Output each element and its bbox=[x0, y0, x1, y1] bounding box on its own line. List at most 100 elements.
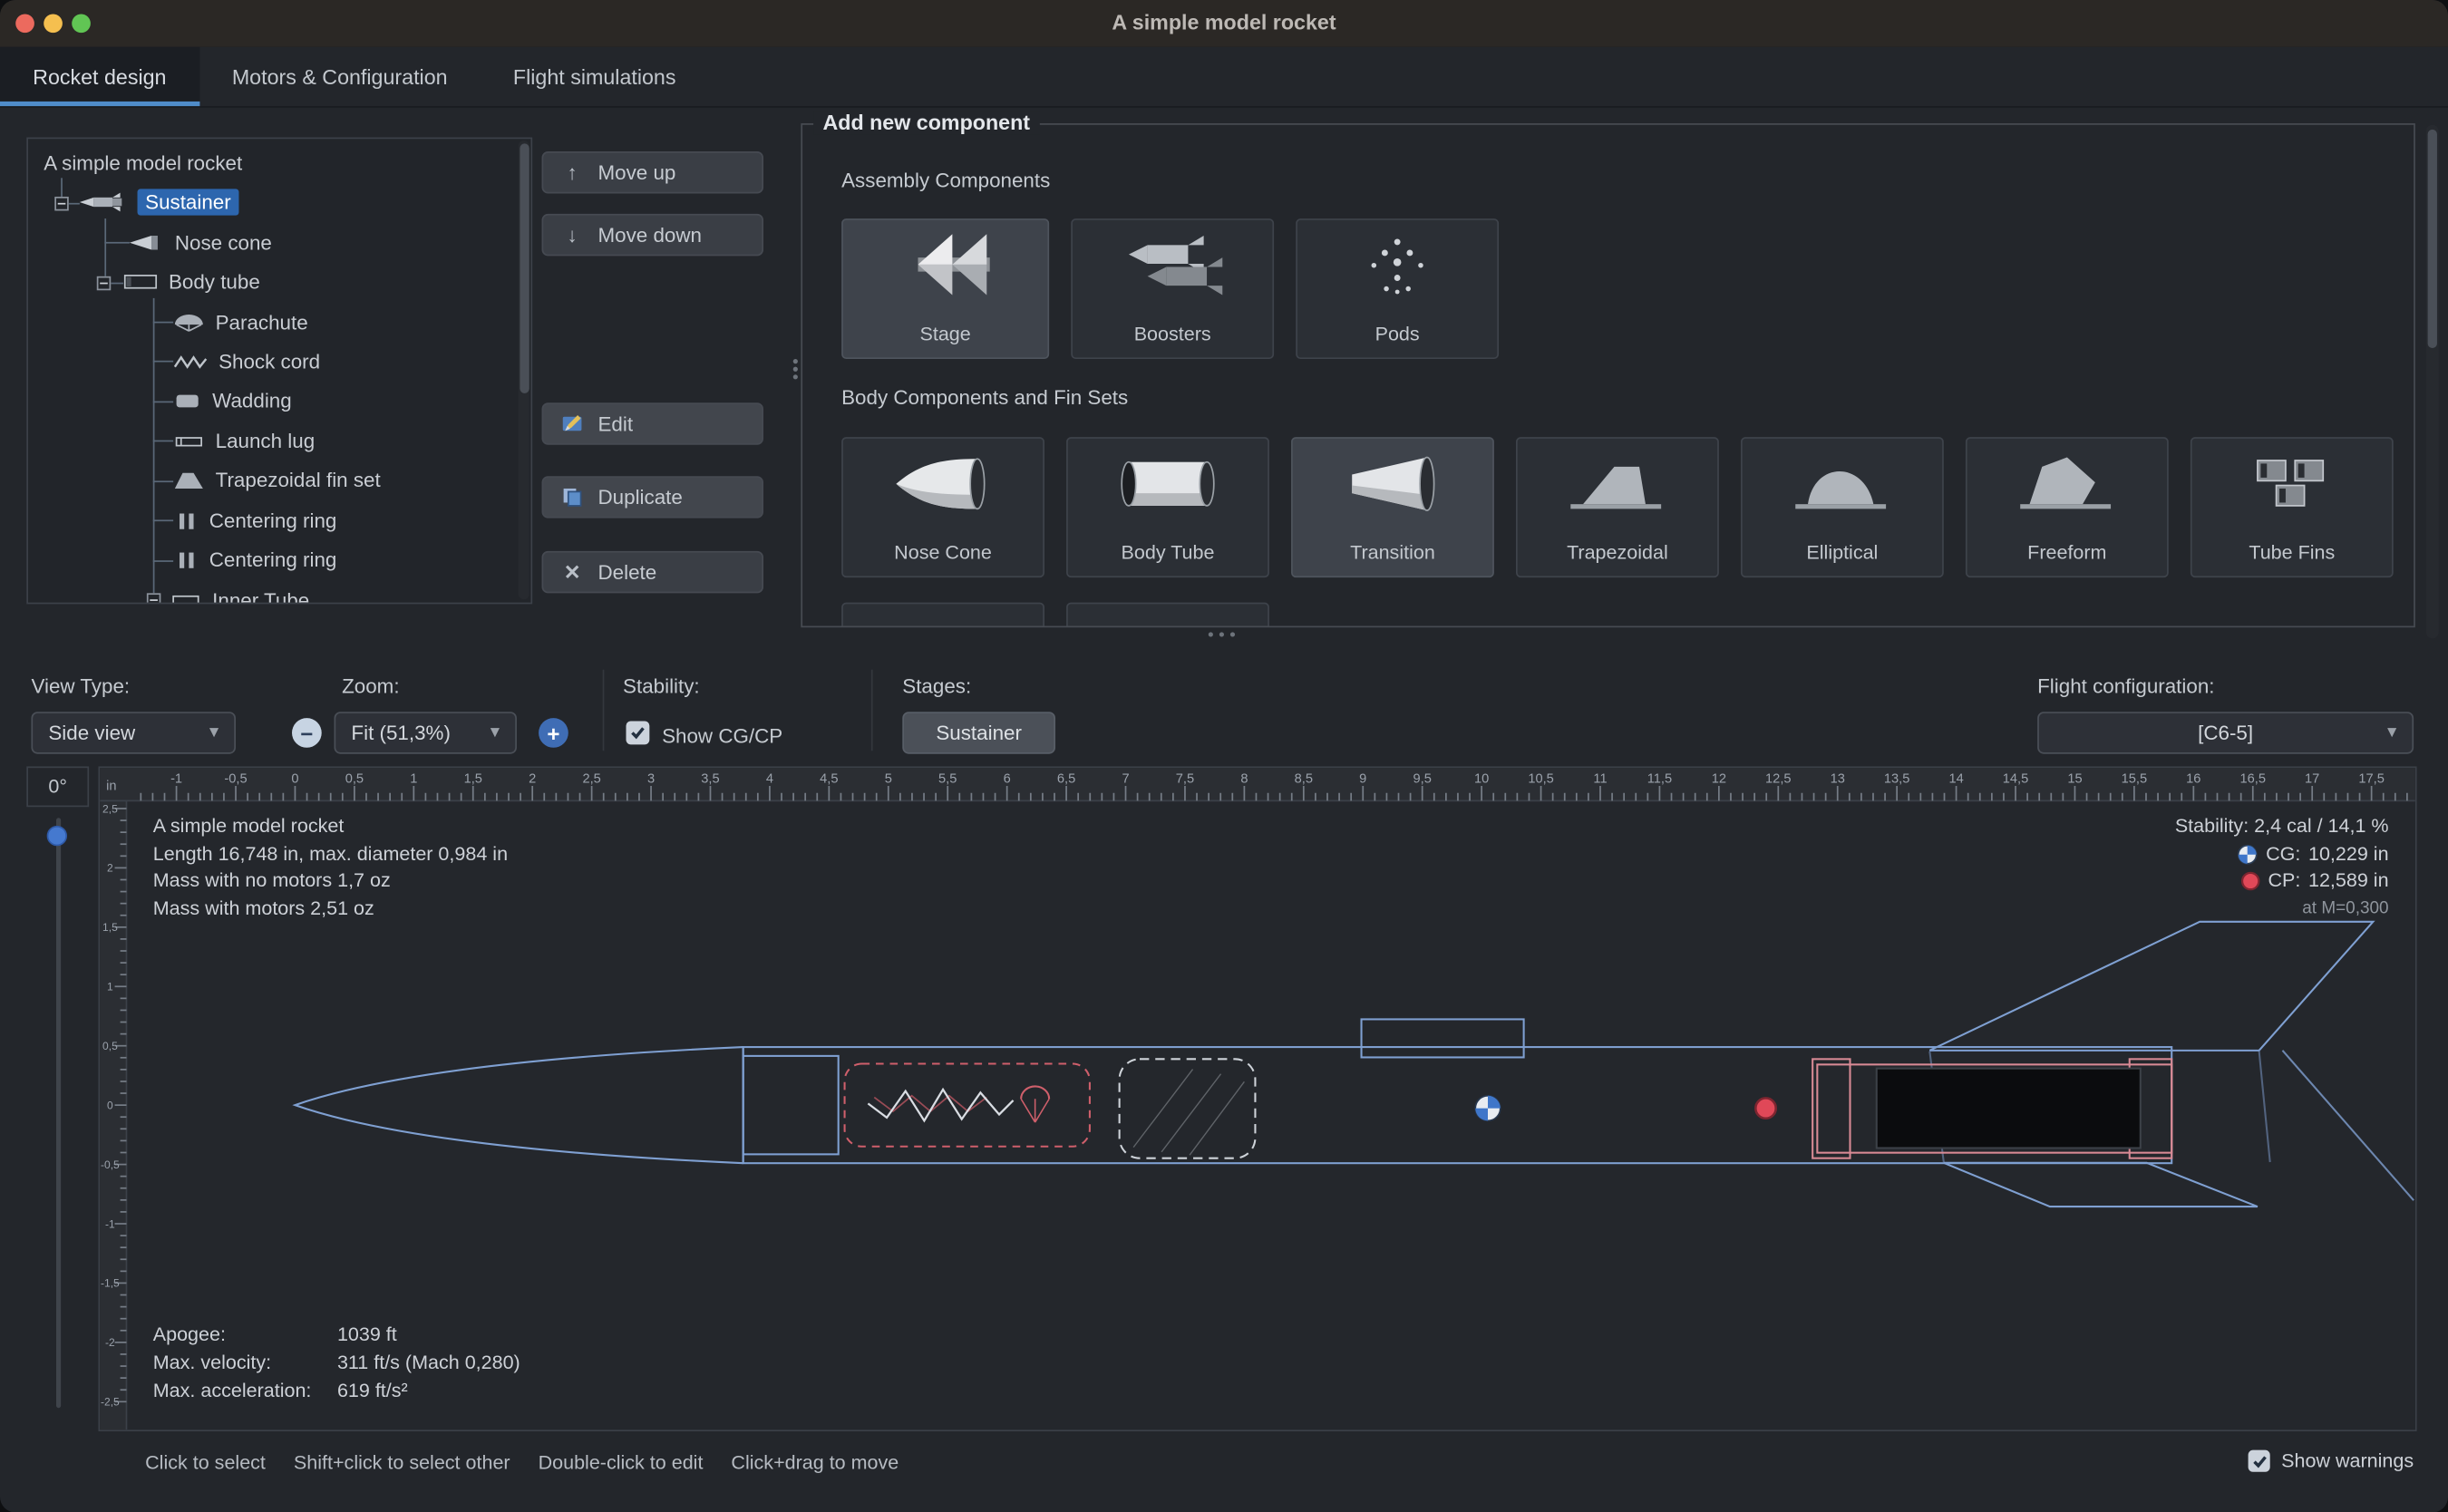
toolbar-separator bbox=[603, 670, 605, 751]
edit-button[interactable]: Edit bbox=[542, 402, 764, 444]
tree-scrollbar[interactable] bbox=[519, 141, 529, 599]
add-elliptical-fin-button[interactable]: Elliptical bbox=[1741, 437, 1944, 577]
toolbar-separator bbox=[871, 670, 873, 751]
tree-scrollbar-thumb[interactable] bbox=[520, 143, 529, 393]
arrow-up-icon: ↑ bbox=[560, 160, 584, 184]
centering-ring-icon bbox=[173, 550, 199, 569]
tree-expander-body-tube[interactable] bbox=[97, 276, 111, 290]
window-title: A simple model rocket bbox=[0, 0, 2448, 47]
rotation-slider-thumb[interactable] bbox=[47, 826, 67, 846]
add-tube-fins-button[interactable]: Tube Fins bbox=[2191, 437, 2394, 577]
tree-item-inner-tube[interactable]: Inner Tube bbox=[170, 581, 310, 605]
nose-cone-icon bbox=[130, 234, 164, 251]
tree-item-sustainer[interactable]: Sustainer bbox=[80, 182, 239, 221]
svg-text:10,5: 10,5 bbox=[1528, 772, 1553, 787]
tree-item-rocket-root[interactable]: A simple model rocket bbox=[44, 143, 242, 182]
add-stage-button[interactable]: Stage bbox=[841, 218, 1049, 359]
svg-text:-1: -1 bbox=[105, 1217, 115, 1230]
tree-item-nose-cone[interactable]: Nose cone bbox=[130, 223, 272, 262]
add-body-tube-button[interactable]: Body Tube bbox=[1066, 437, 1269, 577]
svg-text:1: 1 bbox=[410, 772, 417, 787]
svg-text:9,5: 9,5 bbox=[1413, 772, 1432, 787]
move-up-button[interactable]: ↑ Move up bbox=[542, 151, 764, 193]
panel-scrollbar-thumb[interactable] bbox=[2428, 130, 2437, 348]
zoom-in-button[interactable]: + bbox=[539, 718, 568, 748]
svg-text:13,5: 13,5 bbox=[1884, 772, 1909, 787]
add-nose-cone-button[interactable]: Nose Cone bbox=[841, 437, 1044, 577]
add-trapezoidal-fin-button[interactable]: Trapezoidal bbox=[1516, 437, 1719, 577]
zoom-select[interactable]: Fit (51,3%) ▼ bbox=[334, 712, 516, 753]
tree-connector bbox=[153, 322, 173, 324]
tab-flight-simulations[interactable]: Flight simulations bbox=[481, 47, 709, 106]
fin-set-icon bbox=[173, 470, 204, 489]
add-component-button-clipped[interactable] bbox=[841, 603, 1044, 628]
panel-scrollbar[interactable] bbox=[2426, 125, 2439, 639]
tree-connector bbox=[153, 560, 173, 562]
tree-item-wadding[interactable]: Wadding bbox=[173, 381, 292, 420]
chevron-down-icon: ▼ bbox=[206, 724, 221, 741]
svg-text:6: 6 bbox=[1004, 772, 1011, 787]
check-icon bbox=[2251, 1452, 2268, 1469]
svg-text:0,5: 0,5 bbox=[102, 1040, 118, 1052]
svg-text:3,5: 3,5 bbox=[701, 772, 719, 787]
svg-text:-2: -2 bbox=[105, 1336, 115, 1349]
shock-cord-icon bbox=[173, 352, 208, 371]
tube-fins-icon bbox=[2192, 448, 2392, 519]
show-cgcp-checkbox[interactable] bbox=[626, 722, 649, 745]
svg-text:4,5: 4,5 bbox=[820, 772, 838, 787]
nose-cone-component-icon bbox=[843, 448, 1043, 519]
add-freeform-fin-button[interactable]: Freeform bbox=[1966, 437, 2169, 577]
svg-text:10: 10 bbox=[1474, 772, 1489, 787]
tree-connector bbox=[153, 480, 173, 482]
tree-expander-sustainer[interactable] bbox=[54, 197, 68, 210]
duplicate-button[interactable]: Duplicate bbox=[542, 476, 764, 518]
tree-item-parachute[interactable]: Parachute bbox=[173, 303, 308, 342]
stage-sustainer-toggle[interactable]: Sustainer bbox=[902, 712, 1055, 753]
tree-connector bbox=[153, 402, 173, 403]
rocket-info-block: A simple model rocket Length 16,748 in, … bbox=[153, 813, 508, 923]
screen: A simple model rocket Rocket design Moto… bbox=[0, 0, 2448, 1512]
svg-text:9: 9 bbox=[1359, 772, 1366, 787]
rocket-canvas[interactable]: in -1-0,500,511,522,533,544,555,566,577,… bbox=[98, 766, 2416, 1431]
transition-icon bbox=[1293, 448, 1492, 519]
svg-text:0: 0 bbox=[107, 1099, 113, 1111]
tree-expander-inner-tube[interactable] bbox=[147, 593, 160, 604]
add-transition-button[interactable]: Transition bbox=[1291, 437, 1494, 577]
rotation-slider[interactable] bbox=[56, 818, 61, 1408]
svg-text:15: 15 bbox=[2067, 772, 2082, 787]
zoom-out-button[interactable]: − bbox=[292, 718, 322, 748]
panel-splitter-handle[interactable] bbox=[790, 356, 801, 383]
tree-connector bbox=[153, 298, 155, 593]
delete-button[interactable]: ✕ Delete bbox=[542, 551, 764, 593]
body-components-label: Body Components and Fin Sets bbox=[841, 385, 1128, 409]
tab-rocket-design[interactable]: Rocket design bbox=[0, 47, 199, 106]
tree-item-trapezoidal-fin-set[interactable]: Trapezoidal fin set bbox=[173, 460, 381, 499]
cg-line: CG: 10,229 in bbox=[2175, 840, 2389, 867]
arrow-down-icon: ↓ bbox=[560, 223, 584, 247]
openrocket-window: A simple model rocket Rocket design Moto… bbox=[0, 0, 2448, 1512]
vertical-splitter-handle[interactable] bbox=[1205, 629, 1238, 640]
cg-icon bbox=[2238, 844, 2258, 864]
svg-text:-1: -1 bbox=[170, 772, 182, 787]
tree-connector bbox=[104, 242, 130, 244]
add-component-button-clipped[interactable] bbox=[1066, 603, 1269, 628]
tree-item-centering-ring-1[interactable]: Centering ring bbox=[173, 501, 336, 540]
ruler-unit-label: in bbox=[106, 779, 116, 793]
svg-text:-0,5: -0,5 bbox=[101, 1158, 120, 1171]
centering-ring-icon bbox=[173, 511, 199, 530]
view-type-select[interactable]: Side view ▼ bbox=[31, 712, 236, 753]
show-warnings-checkbox[interactable] bbox=[2249, 1450, 2270, 1472]
tree-item-centering-ring-2[interactable]: Centering ring bbox=[173, 540, 336, 579]
move-down-button[interactable]: ↓ Move down bbox=[542, 214, 764, 256]
svg-text:4: 4 bbox=[766, 772, 773, 787]
svg-text:-1,5: -1,5 bbox=[101, 1277, 120, 1290]
tree-item-launch-lug[interactable]: Launch lug bbox=[173, 422, 315, 460]
cp-line: CP: 12,589 in bbox=[2175, 868, 2389, 896]
tree-item-body-tube[interactable]: Body tube bbox=[123, 262, 260, 301]
svg-text:6,5: 6,5 bbox=[1057, 772, 1075, 787]
tree-item-shock-cord[interactable]: Shock cord bbox=[173, 342, 320, 381]
flight-configuration-select[interactable]: [C6-5] ▼ bbox=[2037, 712, 2414, 753]
add-boosters-button[interactable]: Boosters bbox=[1071, 218, 1274, 359]
tab-motors-configuration[interactable]: Motors & Configuration bbox=[199, 47, 481, 106]
add-pods-button[interactable]: Pods bbox=[1296, 218, 1499, 359]
